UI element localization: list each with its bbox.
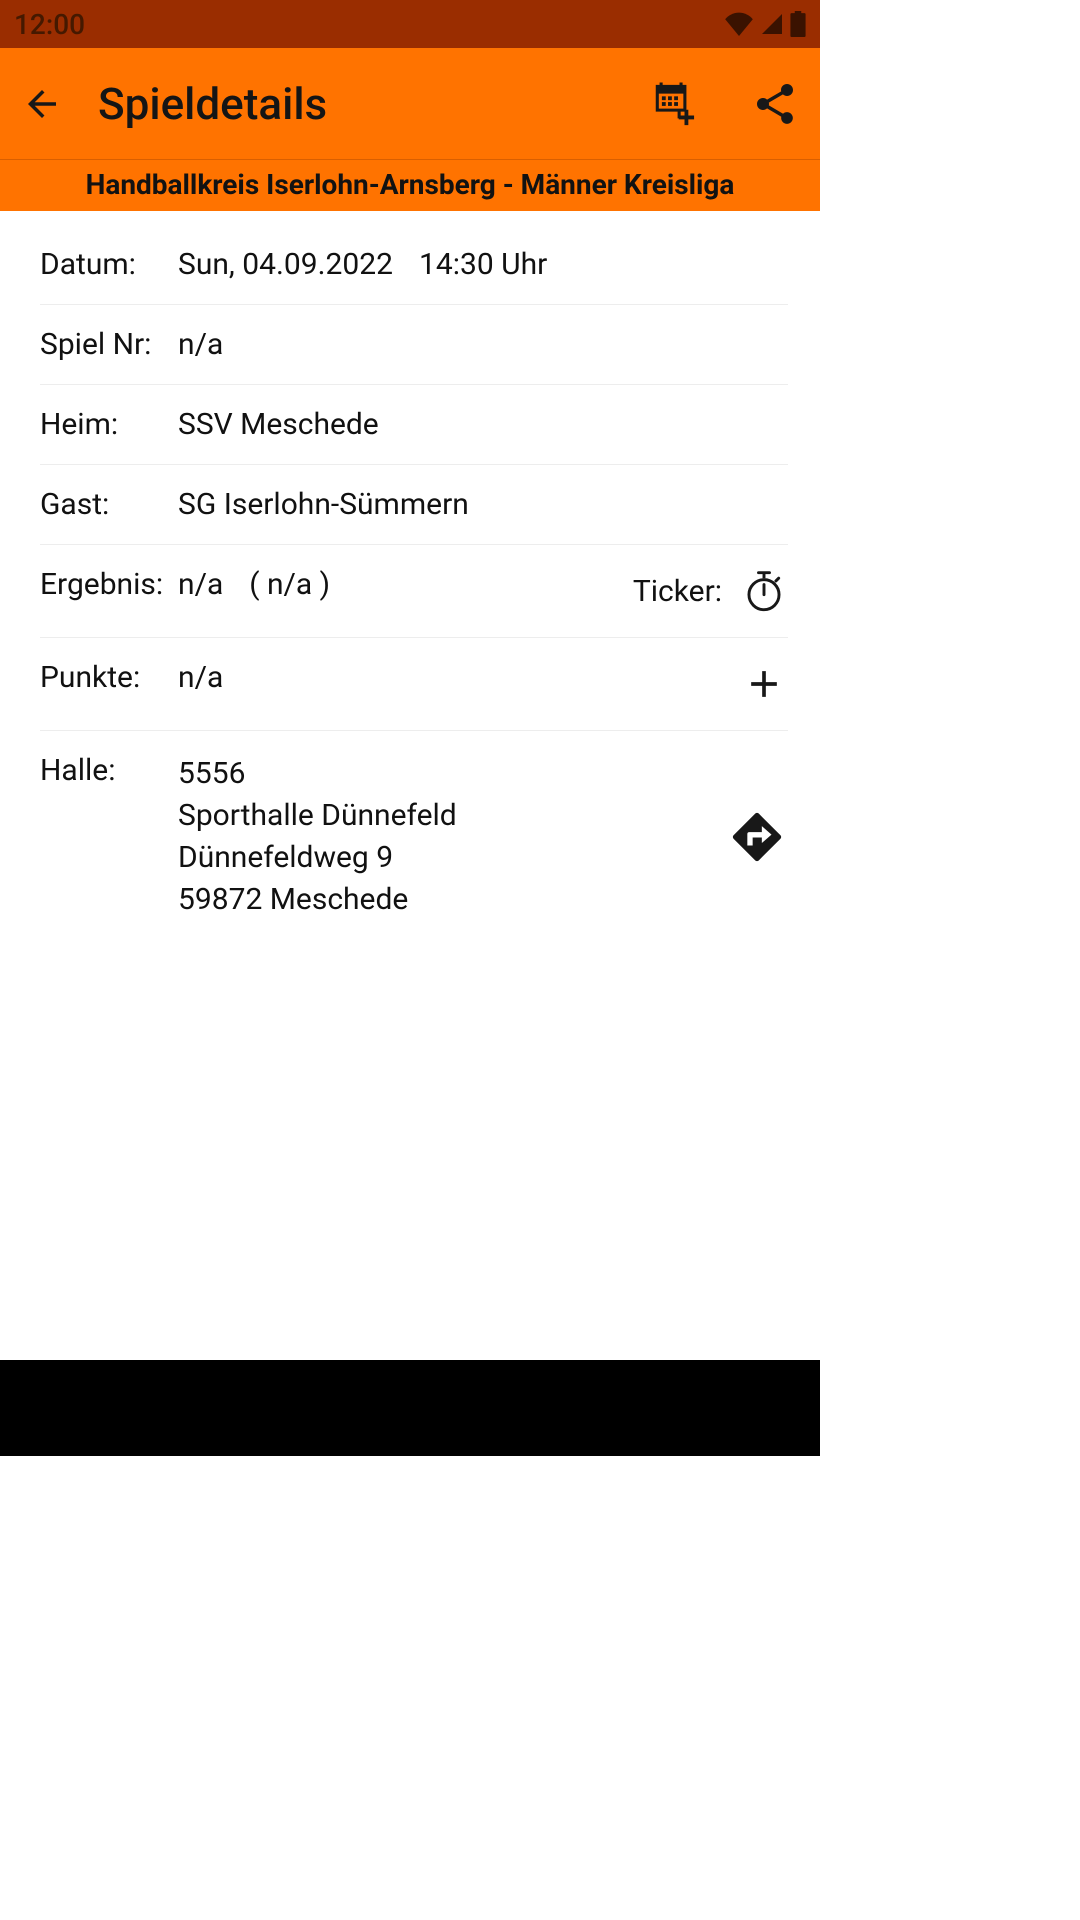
- label-punkte: Punkte:: [40, 660, 178, 695]
- value-punkte: n/a: [178, 660, 223, 695]
- label-datum: Datum:: [40, 247, 178, 282]
- row-datum: Datum: Sun, 04.09.2022 14:30 Uhr: [40, 225, 788, 305]
- row-halle: Halle: 5556 Sporthalle Dünnefeld Dünnefe…: [40, 731, 788, 943]
- calendar-add-icon: [650, 81, 696, 127]
- label-heim: Heim:: [40, 407, 178, 442]
- wifi-icon: [724, 12, 754, 36]
- signal-icon: [760, 12, 784, 36]
- label-ergebnis: Ergebnis:: [40, 567, 178, 602]
- value-heim: SSV Meschede: [178, 407, 379, 442]
- label-gast: Gast:: [40, 487, 178, 522]
- value-halle-city: 59872 Meschede: [178, 879, 457, 921]
- directions-button[interactable]: [726, 806, 788, 868]
- row-gast: Gast: SG Iserlohn-Sümmern: [40, 465, 788, 545]
- value-ergebnis-score: n/a: [178, 567, 223, 602]
- status-time: 12:00: [14, 8, 85, 41]
- plus-icon: [742, 662, 786, 706]
- league-bar: Handballkreis Iserlohn-Arnsberg - Männer…: [0, 160, 820, 211]
- value-halle-name: Sporthalle Dünnefeld: [178, 795, 457, 837]
- value-ergebnis-half: ( n/a ): [249, 567, 330, 602]
- label-ticker: Ticker:: [633, 574, 722, 609]
- back-button[interactable]: [20, 82, 64, 126]
- league-title: Handballkreis Iserlohn-Arnsberg - Männer…: [86, 168, 735, 201]
- value-datum-date: Sun, 04.09.2022: [178, 247, 393, 282]
- label-halle: Halle:: [40, 753, 178, 788]
- add-to-calendar-button[interactable]: [648, 79, 698, 129]
- row-ergebnis: Ergebnis: n/a ( n/a ) Ticker:: [40, 545, 788, 638]
- status-bar: 12:00: [0, 0, 820, 48]
- ticker-button[interactable]: [740, 567, 788, 615]
- value-datum-time: 14:30 Uhr: [419, 247, 547, 282]
- page-title: Spieldetails: [98, 78, 614, 130]
- directions-icon: [728, 808, 786, 866]
- share-icon: [751, 80, 799, 128]
- share-button[interactable]: [750, 79, 800, 129]
- value-halle-id: 5556: [178, 753, 457, 795]
- app-bar: Spieldetails: [0, 48, 820, 160]
- details-list: Datum: Sun, 04.09.2022 14:30 Uhr Spiel N…: [0, 211, 820, 1360]
- battery-icon: [790, 11, 806, 37]
- row-heim: Heim: SSV Meschede: [40, 385, 788, 465]
- row-spielnr: Spiel Nr: n/a: [40, 305, 788, 385]
- add-points-button[interactable]: [740, 660, 788, 708]
- value-halle-street: Dünnefeldweg 9: [178, 837, 457, 879]
- value-spielnr: n/a: [178, 327, 223, 362]
- value-gast: SG Iserlohn-Sümmern: [178, 487, 469, 522]
- stopwatch-icon: [742, 569, 786, 613]
- row-punkte: Punkte: n/a: [40, 638, 788, 731]
- status-icons: [724, 11, 806, 37]
- arrow-back-icon: [21, 83, 63, 125]
- label-spielnr: Spiel Nr:: [40, 327, 178, 362]
- navigation-bar: [0, 1360, 820, 1456]
